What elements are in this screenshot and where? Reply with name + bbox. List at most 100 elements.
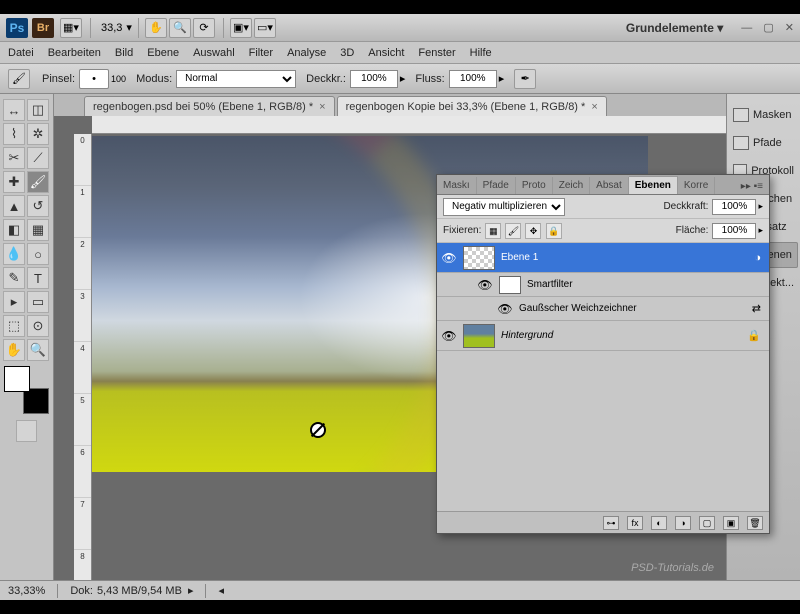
document-tab[interactable]: regenbogen.psd bei 50% (Ebene 1, RGB/8) … — [84, 96, 335, 116]
rotate-view-button[interactable]: ⟳ — [193, 18, 215, 38]
filter-name[interactable]: Gaußscher Weichzeichner — [519, 303, 752, 314]
opacity-flyout[interactable]: ▸ — [400, 72, 406, 85]
menu-view[interactable]: Ansicht — [368, 47, 404, 59]
layer-row[interactable]: 👁 Smartfilter — [437, 273, 769, 297]
pen-tool[interactable]: ✎ — [3, 267, 25, 289]
menu-edit[interactable]: Bearbeiten — [48, 47, 101, 59]
tab-close-icon[interactable]: × — [591, 101, 597, 113]
menu-window[interactable]: Fenster — [418, 47, 455, 59]
menu-analysis[interactable]: Analyse — [287, 47, 326, 59]
zoom-dropdown[interactable]: ▾ — [126, 21, 132, 34]
layer-name[interactable]: Hintergrund — [501, 330, 747, 341]
panel-tab-paragraph[interactable]: Absat — [590, 177, 629, 194]
menu-3d[interactable]: 3D — [340, 47, 354, 59]
flow-flyout[interactable]: ▸ — [499, 72, 505, 85]
panel-tab-masks[interactable]: Maskı — [437, 177, 477, 194]
brush-tool[interactable]: 🖌 — [27, 171, 49, 193]
panel-overflow-button[interactable]: ▸▸ ▪≡ — [735, 179, 769, 194]
zoom-tool-button[interactable]: 🔍 — [169, 18, 191, 38]
layer-mask-button[interactable]: ◐ — [651, 516, 667, 530]
layer-opacity-input[interactable] — [712, 199, 756, 215]
panel-tab-character[interactable]: Zeich — [553, 177, 590, 194]
menu-image[interactable]: Bild — [115, 47, 133, 59]
3d-camera-tool[interactable]: ⊙ — [27, 315, 49, 337]
hand-tool[interactable]: ✋ — [3, 339, 25, 361]
delete-layer-button[interactable]: 🗑 — [747, 516, 763, 530]
panel-tab-layers[interactable]: Ebenen — [629, 176, 678, 194]
scrollbar-left-arrow[interactable]: ◂ — [218, 584, 224, 597]
panel-tab-adjustments[interactable]: Korre — [678, 177, 715, 194]
zoom-level[interactable]: 33,3 — [97, 20, 126, 36]
menu-select[interactable]: Auswahl — [193, 47, 235, 59]
lasso-tool[interactable]: ⌇ — [3, 123, 25, 145]
menu-filter[interactable]: Filter — [249, 47, 273, 59]
arrange-docs-button[interactable]: ▣▾ — [230, 18, 252, 38]
hand-tool-button[interactable]: ✋ — [145, 18, 167, 38]
lock-all-icon[interactable]: 🔒 — [546, 223, 562, 239]
layer-row[interactable]: 👁 Hintergrund 🔒 — [437, 321, 769, 351]
menu-file[interactable]: Datei — [8, 47, 34, 59]
path-select-tool[interactable]: ▸ — [3, 291, 25, 313]
menu-help[interactable]: Hilfe — [470, 47, 492, 59]
healing-tool[interactable]: ✚ — [3, 171, 25, 193]
bridge-logo-icon[interactable]: Br — [32, 18, 54, 38]
layer-row[interactable]: 👁 Ebene 1 ◑ — [437, 243, 769, 273]
minimize-button[interactable]: — — [741, 22, 752, 34]
quick-select-tool[interactable]: ✲ — [27, 123, 49, 145]
close-button[interactable]: ✕ — [785, 22, 794, 34]
visibility-toggle-icon[interactable]: 👁 — [477, 278, 493, 292]
dock-paths[interactable]: Pfade — [729, 130, 798, 156]
stamp-tool[interactable]: ▲ — [3, 195, 25, 217]
maximize-button[interactable]: ▢ — [763, 22, 773, 34]
fill-input[interactable] — [712, 223, 756, 239]
move-tool[interactable]: ↔ — [3, 99, 25, 121]
layer-row[interactable]: 👁 Gaußscher Weichzeichner ⇄ — [437, 297, 769, 321]
horizontal-ruler[interactable] — [92, 116, 726, 134]
document-tab[interactable]: regenbogen Kopie bei 33,3% (Ebene 1, RGB… — [337, 96, 607, 116]
color-swatches[interactable] — [4, 366, 49, 414]
blur-tool[interactable]: 💧 — [3, 243, 25, 265]
airbrush-button[interactable]: ✒ — [514, 69, 536, 89]
visibility-toggle-icon[interactable]: 👁 — [441, 251, 457, 265]
type-tool[interactable]: T — [27, 267, 49, 289]
fill-slider-flyout[interactable]: ▸ — [758, 225, 763, 236]
flow-input[interactable] — [449, 70, 497, 88]
menu-layer[interactable]: Ebene — [147, 47, 179, 59]
3d-tool[interactable]: ⬚ — [3, 315, 25, 337]
layer-style-button[interactable]: fx — [627, 516, 643, 530]
brush-preview[interactable]: • — [79, 69, 109, 89]
filter-mask-thumbnail[interactable] — [499, 276, 521, 294]
lock-transparent-icon[interactable]: ▦ — [485, 223, 501, 239]
layer-name[interactable]: Smartfilter — [527, 279, 765, 290]
tab-close-icon[interactable]: × — [319, 101, 325, 113]
opacity-input[interactable] — [350, 70, 398, 88]
dodge-tool[interactable]: ○ — [27, 243, 49, 265]
zoom-tool[interactable]: 🔍 — [27, 339, 49, 361]
visibility-toggle-icon[interactable]: 👁 — [497, 302, 513, 316]
panel-tab-paths[interactable]: Pfade — [477, 177, 516, 194]
blend-mode-select[interactable]: Normal — [176, 70, 296, 88]
crop-tool[interactable]: ✂ — [3, 147, 25, 169]
foreground-swatch[interactable] — [4, 366, 30, 392]
status-zoom[interactable]: 33,33% — [8, 585, 45, 597]
shape-tool[interactable]: ▭ — [27, 291, 49, 313]
layer-name[interactable]: Ebene 1 — [501, 252, 754, 263]
doc-size-value[interactable]: 5,43 MB/9,54 MB — [97, 585, 182, 597]
vertical-ruler[interactable]: 0123456789 — [74, 134, 92, 580]
history-brush-tool[interactable]: ↺ — [27, 195, 49, 217]
eraser-tool[interactable]: ◧ — [3, 219, 25, 241]
layer-thumbnail[interactable] — [463, 324, 495, 348]
marquee-tool[interactable]: ◫ — [27, 99, 49, 121]
workspace-selector[interactable]: Grundelemente ▾ — [626, 21, 723, 35]
doc-info-flyout[interactable]: ▸ — [188, 584, 194, 597]
screen-mode-button[interactable]: ▭▾ — [254, 18, 276, 38]
lock-position-icon[interactable]: ✥ — [525, 223, 541, 239]
brush-tool-icon[interactable]: 🖌 — [8, 69, 30, 89]
dock-masks[interactable]: Masken — [729, 102, 798, 128]
eyedropper-tool[interactable]: ⟋ — [27, 147, 49, 169]
adjustment-layer-button[interactable]: ◑ — [675, 516, 691, 530]
new-layer-button[interactable]: ▣ — [723, 516, 739, 530]
filter-options-icon[interactable]: ⇄ — [752, 302, 761, 315]
opacity-slider-flyout[interactable]: ▸ — [758, 201, 763, 212]
group-button[interactable]: ▢ — [699, 516, 715, 530]
